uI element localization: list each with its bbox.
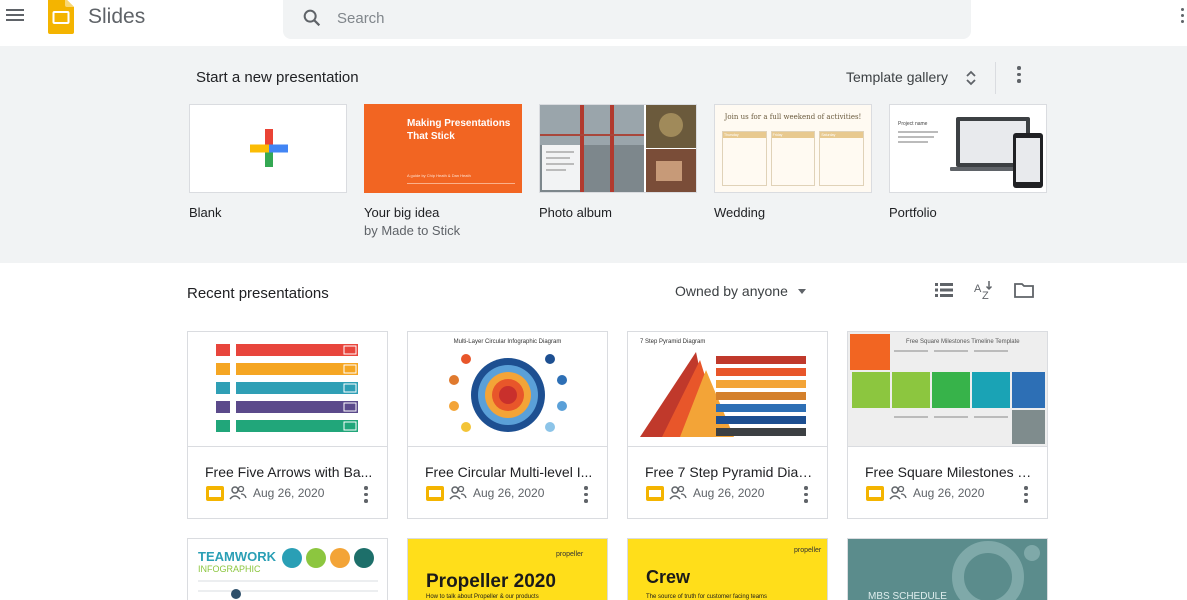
apps-icon[interactable] [1180, 8, 1186, 26]
thumb-title: Crew [646, 567, 691, 587]
devices-image [898, 117, 1043, 188]
milestones-timeline-image [850, 334, 1045, 444]
template-label: Wedding [714, 205, 766, 220]
template-thumbnail[interactable] [189, 104, 347, 193]
pyramid-diagram-image [640, 352, 806, 437]
menu-icon[interactable] [6, 6, 26, 26]
presentation-card[interactable]: 7 Step Pyramid Diagram Free 7 Step Pyram… [627, 331, 828, 519]
slides-file-icon [206, 486, 224, 501]
presentation-title[interactable]: Free Circular Multi-level I... [425, 464, 595, 480]
more-vert-icon[interactable] [361, 486, 371, 504]
presentation-card[interactable]: Multi-Layer Circular Infographic Diagram… [407, 331, 608, 519]
chevron-down-icon[interactable] [798, 289, 806, 294]
thumb-brand: propeller [794, 547, 822, 554]
template-sub-label: by Made to Stick [364, 223, 461, 238]
shared-icon [669, 485, 687, 500]
thumb-title: 7 Step Pyramid Diagram [640, 339, 706, 345]
thumb-byline: A guide by Chip Heath & Dan Heath [407, 173, 471, 178]
presentation-date: Aug 26, 2020 [253, 486, 325, 500]
presentation-date: Aug 26, 2020 [913, 486, 985, 500]
presentation-thumbnail[interactable]: 7 Step Pyramid Diagram [628, 332, 827, 447]
template-your-big-idea[interactable]: Making Presentations That Stick A guide … [364, 104, 522, 238]
template-label: Blank [189, 205, 222, 220]
unfold-icon[interactable] [965, 68, 977, 88]
template-section: Start a new presentation Template galler… [0, 46, 1187, 263]
presentation-title[interactable]: Free Five Arrows with Ba... [205, 464, 375, 480]
thumb-sub: The source of truth for customer facing … [646, 594, 768, 600]
slides-logo-icon[interactable] [48, 0, 74, 34]
template-thumbnail[interactable] [539, 104, 697, 193]
thumb-col-header: Thursday [723, 132, 766, 138]
thumb-title: Making Presentations That Stick [407, 118, 511, 142]
top-bar: Slides Search [0, 0, 1187, 46]
template-thumbnail[interactable]: Project name [889, 104, 1047, 193]
template-blank[interactable]: Blank [189, 104, 347, 220]
presentation-thumbnail[interactable] [188, 332, 387, 447]
thumb-sub: How to talk about Propeller & our produc… [426, 594, 539, 600]
presentation-card[interactable]: MBS SCHEDULE [847, 538, 1048, 600]
list-view-icon[interactable] [933, 279, 955, 301]
svg-text:Z: Z [982, 290, 989, 301]
presentation-thumbnail[interactable]: Multi-Layer Circular Infographic Diagram [408, 332, 607, 447]
divider [995, 62, 996, 94]
shared-icon [449, 485, 467, 500]
circular-infographic-image [449, 354, 567, 432]
templates-heading: Start a new presentation [196, 69, 359, 86]
template-portfolio[interactable]: Project name Portfolio [889, 104, 1047, 220]
template-wedding[interactable]: Join us for a full weekend of activities… [714, 104, 872, 220]
template-label: Portfolio [889, 205, 937, 220]
template-gallery-button[interactable]: Template gallery [846, 69, 948, 85]
presentation-date: Aug 26, 2020 [473, 486, 545, 500]
svg-text:A: A [974, 283, 982, 295]
recent-heading: Recent presentations [187, 285, 329, 302]
template-thumbnail[interactable]: Making Presentations That Stick A guide … [364, 104, 522, 193]
slides-file-icon [426, 486, 444, 501]
presentation-title[interactable]: Free Square Milestones Ti... [865, 464, 1035, 480]
arrows-infographic-image [216, 344, 358, 432]
thumb-title: Free Square Milestones Timeline Template [906, 339, 1020, 345]
presentation-date: Aug 26, 2020 [693, 486, 765, 500]
presentation-card[interactable]: propeller Propeller 2020 How to talk abo… [407, 538, 608, 600]
more-vert-icon[interactable] [581, 486, 591, 504]
thumb-title: Join us for a full weekend of activities… [724, 113, 862, 121]
thumb-col-header: Friday [771, 132, 815, 138]
more-vert-icon[interactable] [1021, 486, 1031, 504]
folder-icon[interactable] [1013, 279, 1035, 301]
presentation-card[interactable]: propeller Crew The source of truth for c… [627, 538, 828, 600]
teamwork-icons-image [198, 548, 378, 599]
more-vert-icon[interactable] [801, 486, 811, 504]
search-bar[interactable]: Search [283, 0, 971, 39]
shared-icon [889, 485, 907, 500]
presentation-thumbnail[interactable]: Free Square Milestones Timeline Template [848, 332, 1047, 447]
search-input[interactable]: Search [337, 10, 385, 27]
search-icon[interactable] [301, 7, 323, 29]
presentation-card[interactable]: TEAMWORK INFOGRAPHIC [187, 538, 388, 600]
presentation-title[interactable]: Free 7 Step Pyramid Diagr... [645, 464, 815, 480]
template-label: Your big idea [364, 205, 440, 220]
template-thumbnail[interactable]: Join us for a full weekend of activities… [714, 104, 872, 193]
shared-icon [229, 485, 247, 500]
thumb-title: Multi-Layer Circular Infographic Diagram [453, 339, 562, 345]
template-photo-album[interactable]: Photo album [539, 104, 697, 220]
more-vert-icon[interactable] [1012, 66, 1026, 86]
slides-file-icon [646, 486, 664, 501]
sort-az-icon[interactable]: A Z [972, 279, 994, 301]
slides-file-icon [866, 486, 884, 501]
photo-collage-image [540, 105, 696, 192]
template-label: Photo album [539, 205, 612, 220]
app-name[interactable]: Slides [88, 5, 145, 29]
thumb-col-header: Saturday [820, 132, 864, 138]
owner-filter-dropdown[interactable]: Owned by anyone [675, 283, 788, 299]
presentation-card[interactable]: Free Five Arrows with Ba... Aug 26, 2020 [187, 331, 388, 519]
thumb-brand: propeller [556, 551, 584, 558]
plus-icon [250, 129, 288, 167]
thumb-title: Propeller 2020 [426, 571, 556, 592]
thumb-title: MBS SCHEDULE [868, 591, 947, 600]
presentation-card[interactable]: Free Square Milestones Timeline Template… [847, 331, 1048, 519]
